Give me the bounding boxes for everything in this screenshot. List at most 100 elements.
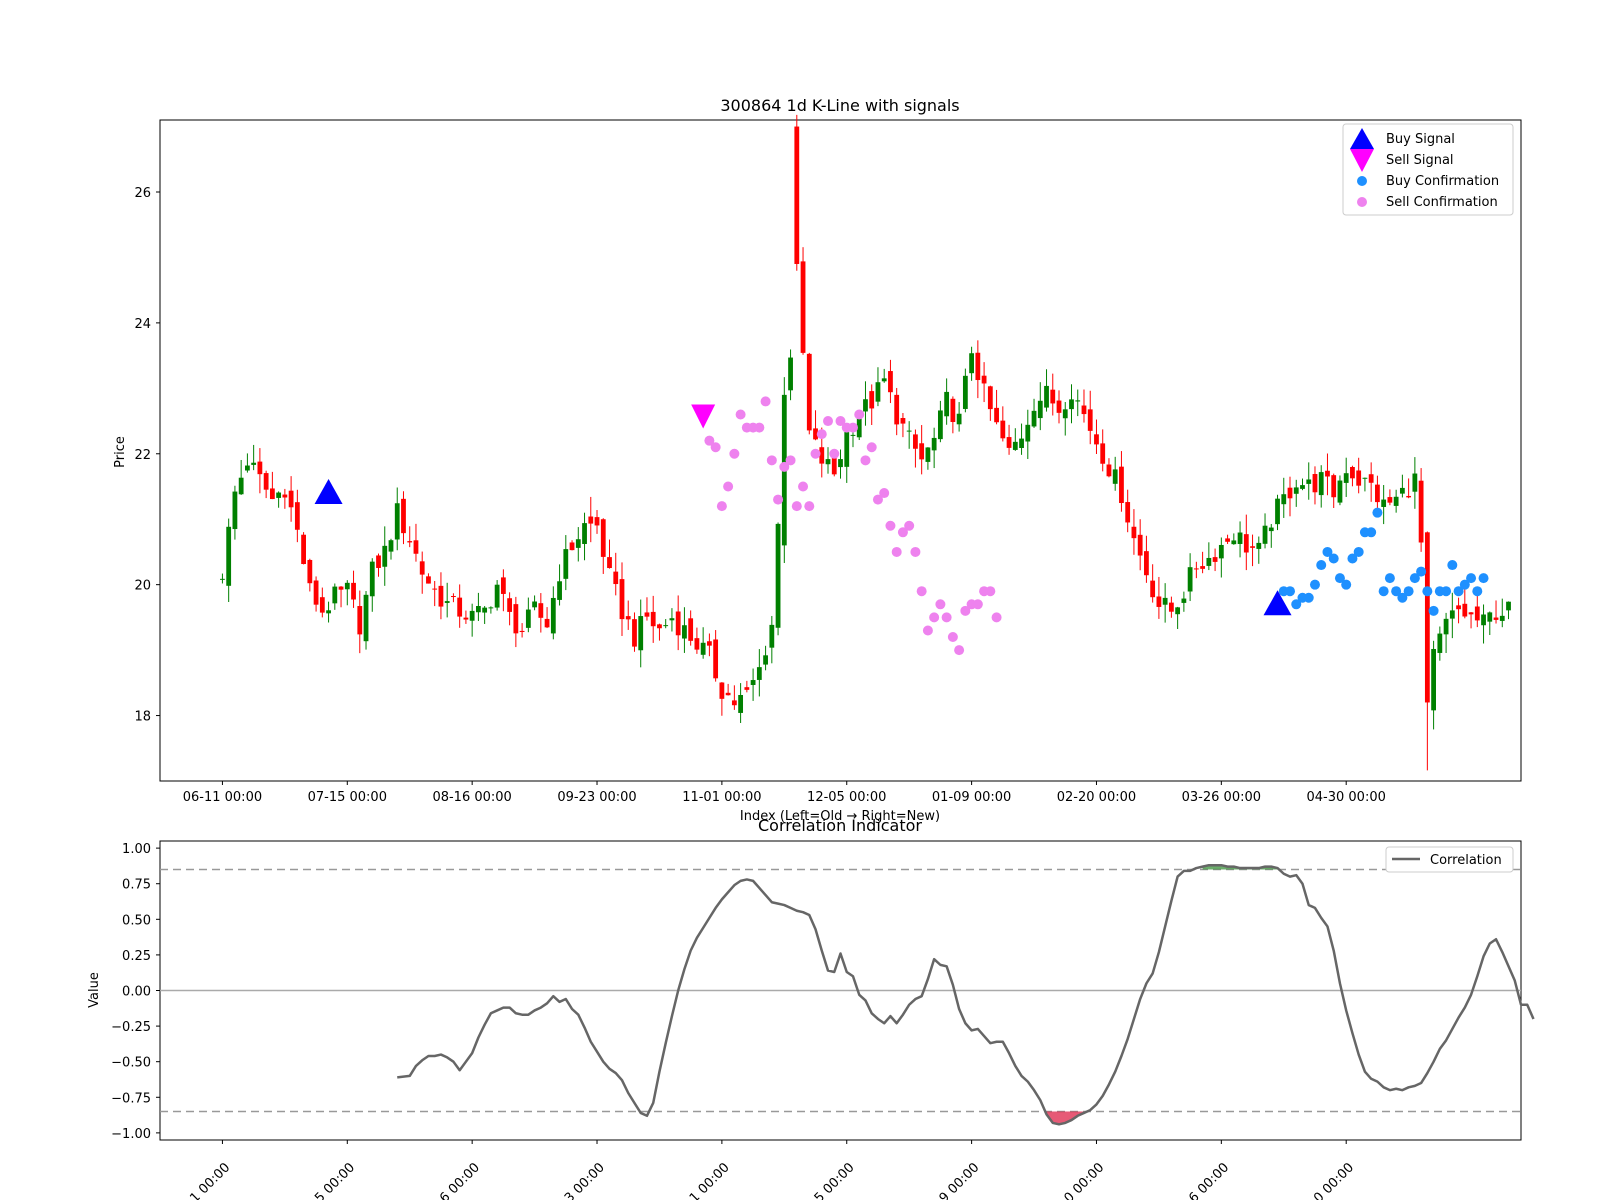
sell-confirmation-point — [804, 501, 815, 512]
candle — [844, 431, 850, 483]
sell-confirmation-point — [991, 612, 1002, 623]
candle — [276, 491, 282, 508]
candle — [913, 429, 918, 468]
candle-body — [394, 503, 400, 540]
candle — [950, 396, 956, 434]
candle — [806, 352, 812, 435]
sell-confirmation-point — [729, 448, 740, 459]
buy-confirmation-point — [1328, 553, 1339, 564]
candle — [351, 570, 356, 608]
candle — [457, 584, 463, 628]
candle-body — [1212, 557, 1218, 562]
candle — [975, 340, 981, 399]
candle-body — [931, 437, 937, 451]
buy-confirmation-point — [1428, 605, 1439, 616]
candle-body — [1112, 469, 1118, 484]
buy-confirmation-point — [1441, 586, 1452, 597]
candle-body — [981, 375, 987, 384]
candle-body — [288, 490, 294, 508]
candle-body — [263, 473, 269, 490]
buy-confirmation-point — [1341, 579, 1352, 590]
buy-confirmation-point — [1378, 586, 1389, 597]
candle-body — [663, 625, 669, 627]
candle — [632, 612, 637, 652]
sell-confirmation-point — [710, 442, 721, 453]
candle-body — [906, 430, 912, 432]
candle-body — [220, 578, 225, 580]
candle — [1368, 462, 1374, 502]
candle-body — [769, 624, 775, 648]
candle — [251, 444, 257, 471]
candle-body — [600, 519, 606, 557]
candle — [1387, 489, 1393, 506]
candle — [1069, 384, 1074, 424]
candle — [1399, 474, 1405, 498]
candle-body — [1387, 497, 1393, 503]
candle — [1031, 398, 1037, 428]
candle-body — [282, 494, 288, 498]
candle — [226, 518, 232, 603]
candle — [444, 582, 450, 618]
sell-confirmation-point — [810, 448, 821, 459]
x-tick-label: 3 00:00 — [562, 1160, 608, 1200]
y-tick-label: 24 — [134, 317, 151, 332]
candle — [1412, 457, 1418, 509]
candle-body — [875, 382, 881, 402]
candle-body — [763, 655, 768, 665]
x-tick-label: 04-30 00:00 — [1307, 790, 1386, 805]
candle-body — [382, 545, 388, 567]
candle-body — [1144, 551, 1149, 576]
candle-body — [594, 517, 600, 526]
candle-body — [1443, 618, 1449, 635]
candle-body — [351, 582, 356, 600]
candle-body — [969, 353, 975, 374]
candle-body — [1362, 477, 1368, 479]
candle — [1306, 462, 1312, 500]
candle-body — [438, 585, 444, 607]
legend-buy-confirmation-marker — [1357, 176, 1367, 186]
candle-body — [869, 391, 875, 409]
candle — [319, 587, 325, 618]
candle-body — [238, 477, 244, 495]
candle-body — [1431, 648, 1436, 711]
candle-body — [1481, 614, 1486, 626]
candle-body — [625, 616, 631, 620]
kline-legend: Buy Signal Sell Signal Buy Confirmation … — [1342, 123, 1514, 216]
candle-body — [1225, 538, 1230, 542]
candle — [313, 576, 319, 612]
candle — [669, 608, 675, 632]
candle-body — [269, 488, 275, 500]
candle — [245, 453, 250, 473]
legend-sell-signal-label: Sell Signal — [1386, 153, 1454, 168]
candle — [675, 595, 681, 651]
candle — [863, 381, 868, 426]
candle — [1318, 465, 1324, 508]
candle-body — [1193, 568, 1199, 570]
candle — [1175, 606, 1181, 630]
y-tick-label: 18 — [134, 710, 151, 725]
candle-body — [1493, 617, 1499, 620]
candle — [582, 512, 587, 561]
candle — [482, 606, 488, 624]
candle — [282, 488, 288, 509]
sell-confirmation-point — [816, 429, 827, 440]
candle — [756, 649, 762, 697]
candle-body — [1424, 532, 1430, 703]
candle — [1131, 509, 1137, 555]
buy-confirmation-point — [1466, 573, 1477, 584]
x-tick-label: 6 00:00 — [1186, 1160, 1232, 1200]
candle-body — [1168, 602, 1174, 612]
candle — [525, 597, 531, 633]
buy-confirmation-point — [1472, 586, 1483, 597]
x-tick-label: 01-09 00:00 — [932, 790, 1011, 805]
candle-body — [632, 619, 637, 647]
sell-confirmation-point — [860, 455, 871, 466]
sell-confirmation-point — [754, 422, 765, 433]
correlation-legend: Correlation — [1385, 846, 1514, 873]
candle-body — [532, 601, 537, 608]
candle — [1437, 626, 1443, 661]
y-tick-label: 26 — [134, 186, 151, 201]
candle — [931, 427, 937, 469]
candle — [1456, 597, 1461, 624]
candle-body — [850, 434, 856, 436]
